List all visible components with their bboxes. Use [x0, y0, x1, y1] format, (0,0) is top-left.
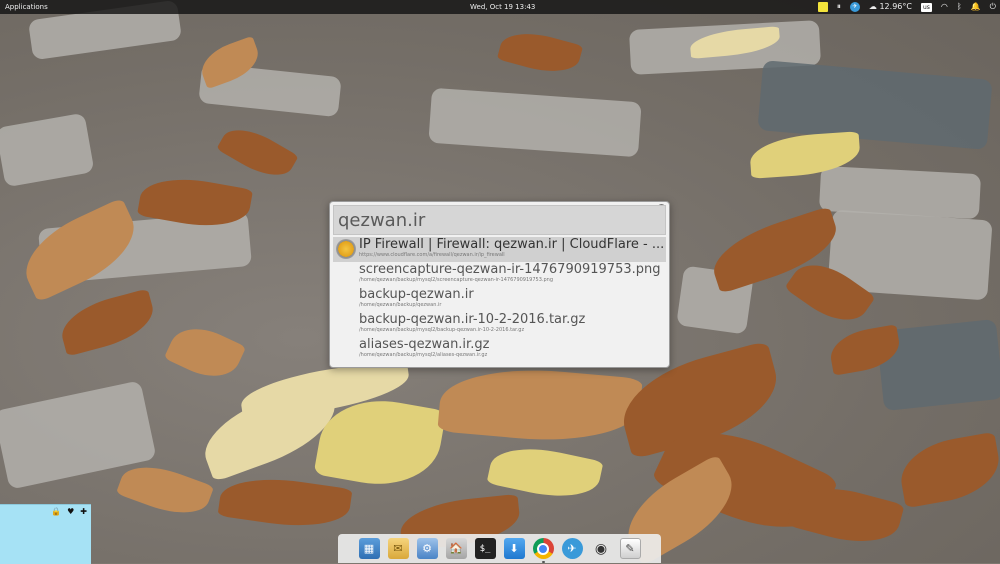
weather-indicator[interactable]: ☁ 12.96°C [869, 1, 912, 13]
notifications-bell-icon[interactable]: 🔔 [971, 1, 981, 13]
result-subtitle: /home/qezwan/backup/mysql2/backup-qezwan… [359, 327, 525, 333]
search-launcher: × qezwan.ir IP Firewall | Firewall: qezw… [329, 201, 670, 368]
result-title: aliases-qezwan.ir.gz [359, 337, 490, 352]
dock-glyph: 🏠 [449, 542, 463, 555]
search-input[interactable]: qezwan.ir [333, 205, 666, 235]
result-subtitle: /home/qezwan/backup/qezwan.ir [359, 302, 442, 308]
result-subtitle: /home/qezwan/backup/mysql2/screencapture… [359, 277, 553, 283]
notes-indicator-icon[interactable] [817, 2, 828, 12]
chrome-icon[interactable] [532, 538, 554, 563]
result-item[interactable]: backup-qezwan.ir-10-2-2016.tar.gz /home/… [333, 312, 666, 337]
text-editor-icon[interactable]: ✎ [619, 538, 641, 559]
result-title: screencapture-qezwan-ir-1476790919753.pn… [359, 262, 661, 277]
sticky-note-widget[interactable]: 🔒 ♥ ✚ [0, 504, 91, 564]
note-controls: 🔒 ♥ ✚ [51, 507, 87, 516]
heart-icon[interactable]: ♥ [67, 507, 74, 516]
top-panel: Applications Wed, Oct 19 13:43 ⏸ ✈ ☁ 12.… [0, 0, 1000, 14]
search-results: IP Firewall | Firewall: qezwan.ir | Clou… [333, 237, 666, 362]
result-title: backup-qezwan.ir-10-2-2016.tar.gz [359, 312, 586, 327]
dock: ▦ ✉ ⚙ 🏠 $_ ⬇ ✈ ◉ ✎ [338, 534, 661, 563]
keyboard-layout-indicator[interactable]: us [920, 2, 932, 12]
telegram-indicator-icon[interactable]: ✈ [849, 2, 860, 12]
terminal-icon[interactable]: $_ [474, 538, 496, 559]
weather-temperature: 12.96°C [879, 2, 912, 11]
result-item[interactable]: backup-qezwan.ir /home/qezwan/backup/qez… [333, 287, 666, 312]
result-subtitle: /home/qezwan/backup/mysql2/aliases-qezwa… [359, 352, 488, 358]
dock-glyph: ◉ [594, 540, 608, 557]
clock-indicator[interactable]: Wed, Oct 19 13:43 [470, 3, 535, 11]
web-icon [336, 239, 356, 259]
applications-menu[interactable]: Applications [5, 3, 48, 11]
add-icon[interactable]: ✚ [80, 507, 87, 516]
bluetooth-icon[interactable]: ᛒ [957, 1, 962, 13]
dock-glyph: ⚙ [422, 542, 432, 555]
dock-glyph: ⬇ [509, 542, 519, 555]
power-icon[interactable]: ⏻ [990, 1, 996, 13]
result-subtitle: https://www.cloudflare.com/a/firewall/qe… [359, 252, 505, 258]
dock-glyph: ✎ [625, 542, 635, 555]
settings-icon[interactable]: ⚙ [416, 538, 438, 559]
result-item[interactable]: IP Firewall | Firewall: qezwan.ir | Clou… [333, 237, 666, 262]
downloader-icon[interactable]: ⬇ [503, 538, 525, 559]
system-tray: ⏸ ✈ ☁ 12.96°C us ◠ ᛒ 🔔 ⏻ [817, 1, 996, 13]
dock-glyph: ▦ [363, 542, 375, 555]
multitasking-view-icon[interactable]: ▦ [358, 538, 380, 559]
pause-indicator-icon[interactable]: ⏸ [837, 1, 841, 13]
lock-icon[interactable]: 🔒 [51, 507, 61, 516]
dock-glyph: ✈ [567, 542, 577, 555]
webcam-icon[interactable]: ◉ [591, 538, 612, 559]
dock-glyph: ✉ [393, 542, 403, 555]
mail-icon[interactable]: ✉ [387, 538, 409, 559]
result-title: backup-qezwan.ir [359, 287, 474, 302]
telegram-icon[interactable]: ✈ [561, 538, 583, 559]
result-item[interactable]: aliases-qezwan.ir.gz /home/qezwan/backup… [333, 337, 666, 362]
result-title: IP Firewall | Firewall: qezwan.ir | Clou… [359, 237, 665, 252]
files-icon[interactable]: 🏠 [445, 538, 467, 559]
network-wifi-icon[interactable]: ◠ [941, 1, 948, 13]
result-item[interactable]: screencapture-qezwan-ir-1476790919753.pn… [333, 262, 666, 287]
dock-glyph: $_ [479, 543, 491, 554]
